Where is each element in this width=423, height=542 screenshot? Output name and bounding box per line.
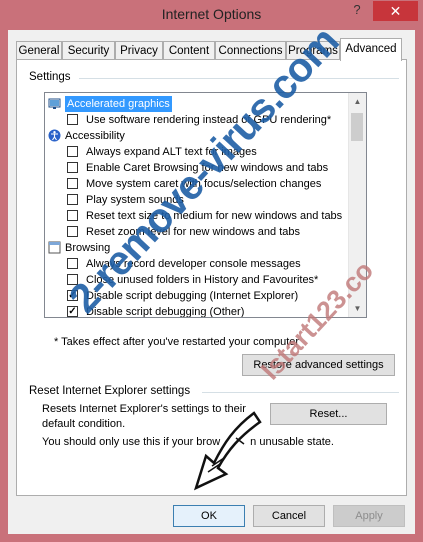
scroll-up-arrow-icon[interactable]: ▲ — [349, 93, 366, 110]
title-bar[interactable]: Internet Options ? ✕ — [0, 0, 423, 30]
checkbox[interactable] — [67, 274, 78, 285]
reset-divider — [202, 392, 399, 393]
close-button[interactable]: ✕ — [373, 1, 418, 21]
restart-footnote: * Takes effect after you've restarted yo… — [54, 336, 300, 348]
option-label: Move system caret with focus/selection c… — [86, 178, 322, 190]
help-button[interactable]: ? — [347, 2, 367, 20]
cancel-button[interactable]: Cancel — [253, 505, 325, 527]
settings-scrollbar[interactable]: ▲ ▼ — [348, 93, 366, 317]
internet-options-window: Internet Options ? ✕ General Security Pr… — [0, 0, 423, 542]
option-label: Disable script debugging (Other) — [86, 306, 245, 318]
tab-privacy[interactable]: Privacy — [115, 41, 163, 59]
checkbox[interactable] — [67, 194, 78, 205]
scroll-down-arrow-icon[interactable]: ▼ — [349, 300, 366, 317]
restore-advanced-settings-button[interactable]: Restore advanced settings — [242, 354, 395, 376]
checkbox[interactable] — [67, 146, 78, 157]
tab-connections[interactable]: Connections — [215, 41, 286, 59]
browsing-icon — [48, 241, 61, 254]
scroll-thumb[interactable] — [351, 113, 363, 141]
tab-general[interactable]: General — [16, 41, 62, 59]
option-label: Use software rendering instead of GPU re… — [86, 114, 332, 126]
option-label: Reset zoom level for new windows and tab… — [86, 226, 300, 238]
checkbox[interactable] — [67, 258, 78, 269]
category-label: Browsing — [65, 242, 111, 254]
accessibility-icon — [48, 129, 61, 142]
reset-button[interactable]: Reset... — [270, 403, 387, 425]
tab-content[interactable]: Content — [163, 41, 215, 59]
apply-button[interactable]: Apply — [333, 505, 405, 527]
checkbox[interactable] — [67, 210, 78, 221]
tab-programs[interactable]: Programs — [286, 41, 340, 59]
settings-divider — [79, 78, 399, 79]
option-label: Play system sounds — [86, 194, 184, 206]
settings-group-label: Settings — [29, 71, 75, 83]
tab-advanced[interactable]: Advanced — [340, 38, 402, 61]
option-label: Enable Caret Browsing for new windows an… — [86, 162, 329, 174]
checkbox[interactable] — [67, 178, 78, 189]
option-label: Reset text size to medium for new window… — [86, 210, 343, 222]
category-label: Accelerated graphics — [65, 96, 172, 112]
option-label: Always record developer console messages — [86, 258, 301, 270]
category-label: Accessibility — [65, 130, 125, 142]
reset-group-label: Reset Internet Explorer settings — [29, 385, 195, 397]
checkbox[interactable] — [67, 114, 78, 125]
tab-security[interactable]: Security — [62, 41, 115, 59]
settings-tree[interactable]: Accelerated graphics Use software renderi… — [44, 92, 367, 318]
hand-drawn-arrow-icon — [193, 411, 262, 491]
checkbox[interactable] — [67, 226, 78, 237]
monitor-icon — [48, 97, 61, 110]
option-label: Always expand ALT text for images — [86, 146, 257, 158]
option-label: Disable script debugging (Internet Explo… — [86, 290, 299, 302]
checkbox-checked[interactable]: ✓ — [67, 306, 78, 317]
checkbox[interactable] — [67, 162, 78, 173]
ok-button[interactable]: OK — [173, 505, 245, 527]
checkbox-checked[interactable]: ✓ — [67, 290, 78, 301]
option-label: Close unused folders in History and Favo… — [86, 274, 319, 286]
